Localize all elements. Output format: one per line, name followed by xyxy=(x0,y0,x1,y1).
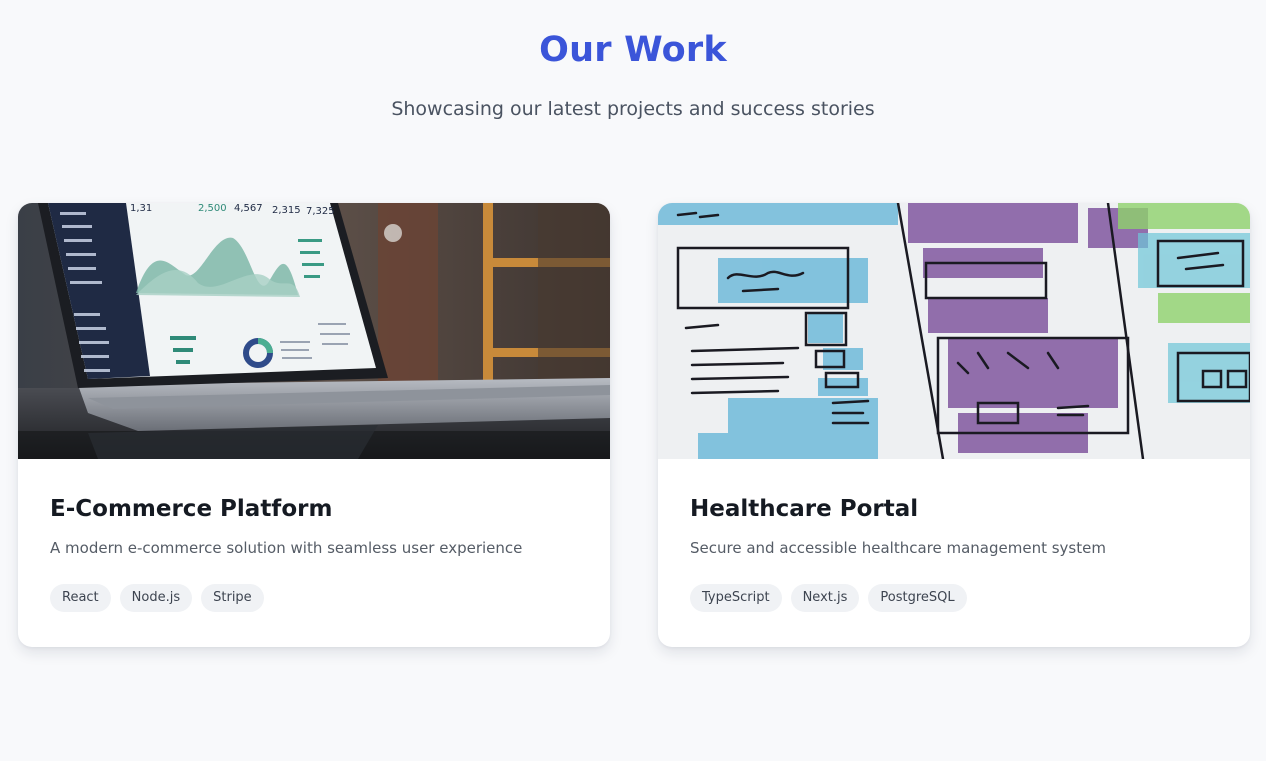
project-card-ecommerce[interactable]: 1,31 2,500 4,567 2,315 7,325 E-Commerce … xyxy=(18,203,610,647)
project-title: E-Commerce Platform xyxy=(50,496,333,522)
svg-text:2,315: 2,315 xyxy=(272,205,301,216)
tech-tag-nextjs[interactable]: Next.js xyxy=(790,584,860,612)
tech-tag-stripe[interactable]: Stripe xyxy=(201,584,264,612)
project-description: Secure and accessible healthcare managem… xyxy=(690,539,1106,557)
tech-tag-list: React Node.js Stripe xyxy=(50,584,578,612)
svg-text:1,31: 1,31 xyxy=(130,203,152,214)
project-card-healthcare[interactable]: Healthcare Portal Secure and accessible … xyxy=(658,203,1250,647)
svg-text:7,325: 7,325 xyxy=(306,206,335,217)
tech-tag-react[interactable]: React xyxy=(50,584,111,612)
tech-tag-list: TypeScript Next.js PostgreSQL xyxy=(690,584,1218,612)
svg-text:4,567: 4,567 xyxy=(234,203,263,214)
project-description: A modern e-commerce solution with seamle… xyxy=(50,539,523,557)
our-work-section: Our Work Showcasing our latest projects … xyxy=(0,0,1266,761)
section-subtitle: Showcasing our latest projects and succe… xyxy=(391,98,875,120)
project-image-wireframe-sketch[interactable] xyxy=(658,203,1250,459)
svg-text:2,500: 2,500 xyxy=(198,203,227,214)
tech-tag-postgresql[interactable]: PostgreSQL xyxy=(868,584,967,612)
tech-tag-nodejs[interactable]: Node.js xyxy=(119,584,193,612)
tech-tag-typescript[interactable]: TypeScript xyxy=(690,584,782,612)
section-title: Our Work xyxy=(539,30,727,70)
project-image-laptop-dashboard[interactable]: 1,31 2,500 4,567 2,315 7,325 xyxy=(18,203,610,459)
project-title: Healthcare Portal xyxy=(690,496,919,522)
